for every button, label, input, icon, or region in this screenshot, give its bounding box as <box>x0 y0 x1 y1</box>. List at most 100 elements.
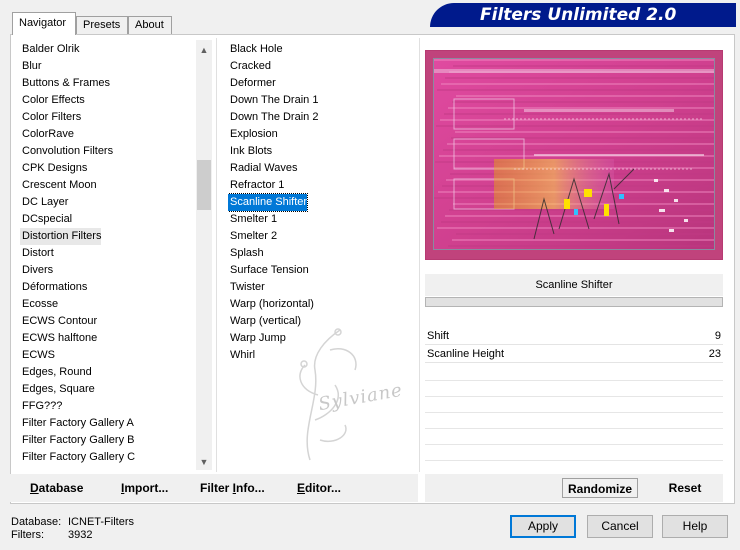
tab-about[interactable]: About <box>128 16 172 34</box>
category-item[interactable]: ColorRave <box>20 126 74 143</box>
category-item[interactable]: Buttons & Frames <box>20 75 110 92</box>
param-value[interactable]: 9 <box>715 328 721 345</box>
category-item[interactable]: Divers <box>20 262 53 279</box>
tab-navigator[interactable]: Navigator <box>12 12 76 35</box>
category-list[interactable]: Balder Olrik Blur Buttons & Frames Color Ef… <box>20 40 195 470</box>
database-button[interactable]: Database <box>30 481 83 495</box>
category-item[interactable]: FFG??? <box>20 398 62 415</box>
category-item[interactable]: Filter Factory Gallery B <box>20 432 134 449</box>
filter-item[interactable]: Warp (vertical) <box>228 313 301 330</box>
import-button[interactable]: Import... <box>121 481 168 495</box>
filter-item[interactable]: Splash <box>228 245 264 262</box>
filter-item[interactable]: Deformer <box>228 75 276 92</box>
randomize-button[interactable]: Randomize <box>562 478 638 498</box>
param-row[interactable]: Shift 9 <box>425 328 723 345</box>
category-item[interactable]: Blur <box>20 58 42 75</box>
filter-item[interactable]: Down The Drain 2 <box>228 109 318 126</box>
scanline <box>436 125 714 127</box>
category-item[interactable]: Crescent Moon <box>20 177 97 194</box>
param-value[interactable]: 23 <box>709 346 721 363</box>
editor-button[interactable]: Editor... <box>297 481 341 495</box>
scanline <box>445 215 714 217</box>
category-item[interactable]: Edges, Round <box>20 364 92 381</box>
category-item[interactable]: Filter Factory Gallery A <box>20 415 134 432</box>
category-item[interactable]: DCspecial <box>20 211 72 228</box>
accelerator-key: D <box>30 481 39 495</box>
param-empty-row <box>425 444 723 445</box>
param-empty-row <box>425 396 723 397</box>
param-empty-row <box>425 412 723 413</box>
scanline <box>448 107 714 109</box>
filter-item[interactable]: Cracked <box>228 58 271 75</box>
filter-item[interactable]: Surface Tension <box>228 262 309 279</box>
filters-count-label: Filters: <box>11 529 44 541</box>
scroll-up-icon[interactable]: ▲ <box>196 42 212 58</box>
button-label: mport... <box>124 481 169 495</box>
list-divider <box>419 38 420 472</box>
apply-button[interactable]: Apply <box>510 515 576 538</box>
help-button[interactable]: Help <box>662 515 728 538</box>
category-item[interactable]: Déformations <box>20 279 87 296</box>
param-empty-row <box>425 428 723 429</box>
button-label: ditor... <box>305 481 342 495</box>
filter-item[interactable]: Whirl <box>228 347 255 364</box>
filter-info-button[interactable]: Filter Info... <box>200 481 265 495</box>
filter-item[interactable]: Black Hole <box>228 41 283 58</box>
accelerator-key: E <box>297 481 306 495</box>
scanline <box>448 245 714 247</box>
button-label: nfo... <box>236 481 265 495</box>
filter-item[interactable]: Warp (horizontal) <box>228 296 314 313</box>
scanline <box>452 239 714 241</box>
category-item[interactable]: Balder Olrik <box>20 41 79 58</box>
filter-item[interactable]: Smelter 1 <box>228 211 277 228</box>
database-status-label: Database: <box>11 516 62 528</box>
filter-item[interactable]: Ink Blots <box>228 143 272 160</box>
filter-item[interactable]: Twister <box>228 279 265 296</box>
scrollbar-thumb[interactable] <box>197 160 211 210</box>
category-item[interactable]: Convolution Filters <box>20 143 113 160</box>
button-label: atabase <box>38 481 84 495</box>
scroll-down-icon[interactable]: ▼ <box>196 454 212 470</box>
filter-item[interactable]: Down The Drain 1 <box>228 92 318 109</box>
filter-item[interactable]: Warp Jump <box>228 330 286 347</box>
filter-item[interactable]: Explosion <box>228 126 278 143</box>
category-item[interactable]: DC Layer <box>20 194 68 211</box>
filter-item[interactable]: Refractor 1 <box>228 177 284 194</box>
param-row[interactable]: Scanline Height 23 <box>425 346 723 363</box>
category-item[interactable]: Ecosse <box>20 296 58 313</box>
category-item[interactable]: Color Filters <box>20 109 81 126</box>
scanline <box>447 143 714 145</box>
category-item[interactable]: Color Effects <box>20 92 85 109</box>
scanline <box>455 131 714 133</box>
scanline <box>452 101 714 103</box>
tab-presets[interactable]: Presets <box>76 16 128 34</box>
category-scrollbar[interactable]: ▲ ▼ <box>196 40 212 470</box>
scanline <box>444 113 714 115</box>
scanline <box>445 77 714 79</box>
category-item[interactable]: ECWS halftone <box>20 330 97 347</box>
category-item[interactable]: Distort <box>20 245 54 262</box>
category-item[interactable]: Distortion Filters <box>20 228 102 245</box>
category-item[interactable]: CPK Designs <box>20 160 87 177</box>
scanline <box>434 59 714 61</box>
param-empty-row <box>425 460 723 461</box>
cancel-button[interactable]: Cancel <box>587 515 653 538</box>
category-item[interactable]: ECWS Contour <box>20 313 97 330</box>
category-item[interactable]: Filter Factory Gallery C <box>20 449 135 466</box>
filter-item[interactable]: Radial Waves <box>228 160 297 177</box>
category-item[interactable]: Edges, Square <box>20 381 95 398</box>
scanline <box>456 95 714 97</box>
scanline <box>456 233 714 235</box>
filter-name-header: Scanline Shifter <box>425 274 723 296</box>
scanline <box>437 89 714 91</box>
filter-item[interactable]: Smelter 2 <box>228 228 277 245</box>
database-status-value: ICNET-Filters <box>68 516 134 528</box>
scanline <box>453 65 714 67</box>
reset-button[interactable]: Reset <box>655 478 715 498</box>
scanline <box>437 227 714 229</box>
filter-item[interactable]: Scanline Shifter <box>228 193 309 212</box>
tab-label: Presets <box>83 19 121 31</box>
param-label: Scanline Height <box>427 348 505 360</box>
category-item[interactable]: ECWS <box>20 347 55 364</box>
tab-label: Navigator <box>19 17 67 29</box>
